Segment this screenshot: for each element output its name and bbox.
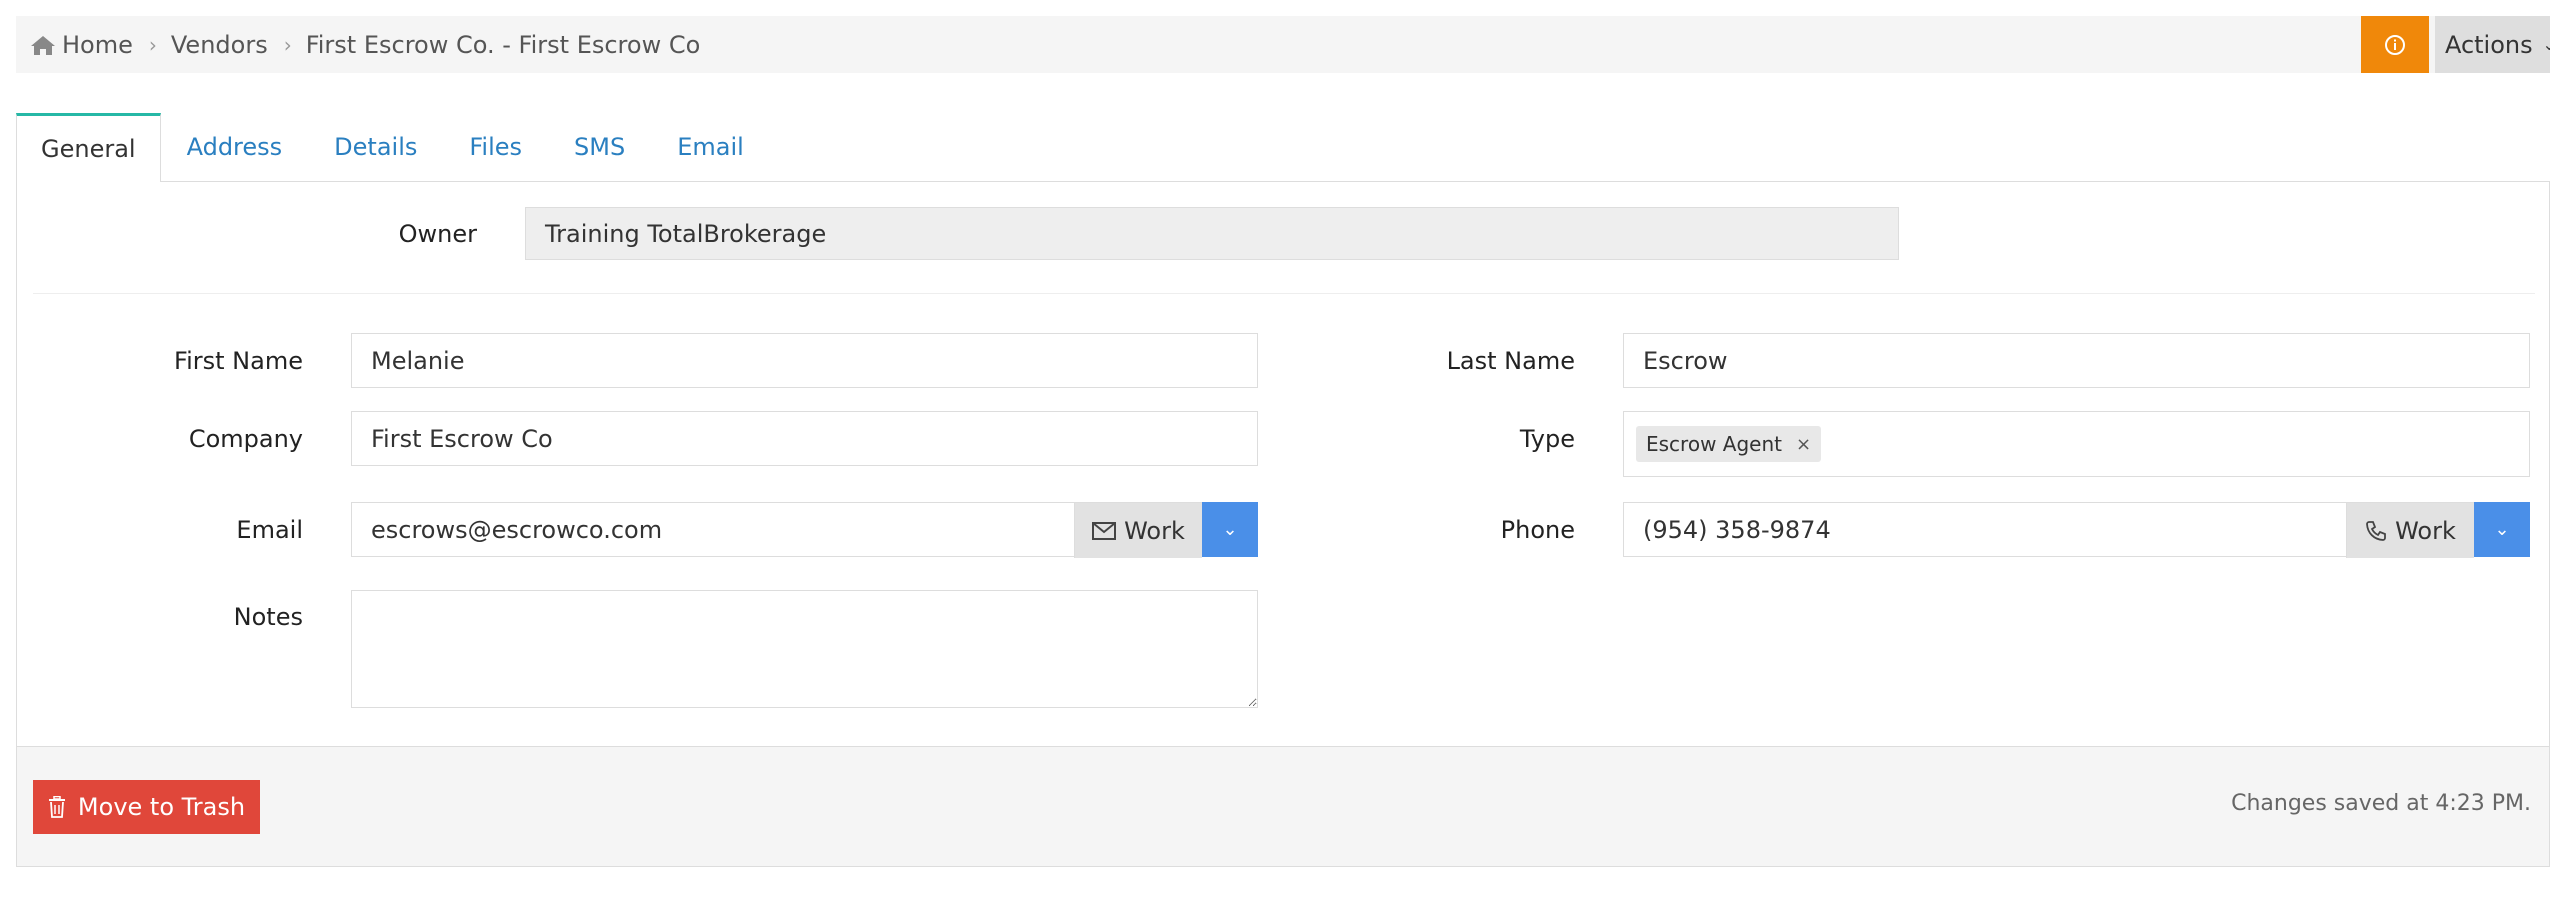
breadcrumb-vendors[interactable]: Vendors bbox=[171, 31, 268, 59]
email-field[interactable]: escrows@escrowco.com bbox=[371, 516, 662, 544]
chevron-down-icon: ⌄ bbox=[1222, 519, 1238, 540]
type-tag: Escrow Agent × bbox=[1636, 426, 1822, 462]
phone-icon bbox=[2366, 520, 2387, 541]
email-label: Email bbox=[236, 516, 303, 544]
trash-icon bbox=[48, 796, 65, 818]
phone-field[interactable]: (954) 358-9874 bbox=[1643, 516, 1831, 544]
tab-address[interactable]: Address bbox=[161, 113, 309, 181]
chevron-right-icon: › bbox=[148, 32, 157, 57]
chevron-down-icon: ⌄ bbox=[2542, 35, 2550, 54]
phone-type-button[interactable]: Work bbox=[2346, 503, 2474, 558]
company-label: Company bbox=[188, 425, 303, 453]
home-icon bbox=[31, 35, 55, 55]
form-footer: Move to Trash Changes saved at 4:23 PM. bbox=[17, 746, 2549, 866]
phone-label: Phone bbox=[1500, 516, 1575, 544]
company-field[interactable]: First Escrow Co bbox=[351, 411, 1258, 466]
chevron-right-icon: › bbox=[283, 32, 292, 57]
close-icon[interactable]: × bbox=[1796, 434, 1811, 455]
owner-field[interactable]: Training TotalBrokerage bbox=[525, 207, 1899, 260]
notes-label: Notes bbox=[233, 603, 303, 631]
save-status: Changes saved at 4:23 PM. bbox=[2231, 791, 2531, 816]
actions-dropdown[interactable]: Actions ⌄ bbox=[2435, 16, 2550, 73]
first-name-field[interactable]: Melanie bbox=[351, 333, 1258, 388]
chevron-down-icon: ⌄ bbox=[2494, 519, 2510, 540]
notes-textarea[interactable] bbox=[351, 590, 1258, 708]
tab-details[interactable]: Details bbox=[308, 113, 443, 181]
move-to-trash-button[interactable]: Move to Trash bbox=[33, 780, 260, 834]
info-button[interactable] bbox=[2361, 16, 2429, 73]
last-name-field[interactable]: Escrow bbox=[1623, 333, 2530, 388]
breadcrumb-home[interactable]: Home bbox=[62, 31, 133, 59]
phone-type-label: Work bbox=[2395, 516, 2456, 545]
phone-input-group: (954) 358-9874 Work ⌄ bbox=[1623, 502, 2530, 558]
breadcrumb-current: First Escrow Co. - First Escrow Co bbox=[305, 30, 701, 59]
tab-email[interactable]: Email bbox=[651, 113, 770, 181]
tab-files[interactable]: Files bbox=[443, 113, 548, 181]
tab-bar: General Address Details Files SMS Email bbox=[16, 113, 770, 182]
last-name-label: Last Name bbox=[1446, 347, 1575, 375]
type-select[interactable]: Escrow Agent × bbox=[1623, 411, 2530, 477]
owner-label: Owner bbox=[398, 220, 477, 248]
tab-general[interactable]: General bbox=[16, 113, 161, 182]
breadcrumb-bar: Home › Vendors › First Escrow Co. - Firs… bbox=[16, 16, 2550, 73]
email-type-label: Work bbox=[1124, 516, 1185, 545]
email-type-button[interactable]: Work bbox=[1074, 503, 1202, 558]
actions-label: Actions bbox=[2444, 30, 2533, 59]
email-type-dropdown[interactable]: ⌄ bbox=[1202, 502, 1258, 557]
general-panel: Owner Training TotalBrokerage First Name… bbox=[16, 181, 2550, 867]
info-circle-icon bbox=[2385, 34, 2405, 55]
type-label: Type bbox=[1519, 425, 1575, 453]
envelope-icon bbox=[1092, 521, 1117, 540]
breadcrumb: Home › Vendors › First Escrow Co. - Firs… bbox=[30, 16, 700, 73]
move-to-trash-label: Move to Trash bbox=[77, 793, 246, 821]
email-input-group: escrows@escrowco.com Work ⌄ bbox=[351, 502, 1258, 558]
divider bbox=[33, 293, 2535, 294]
tab-sms[interactable]: SMS bbox=[548, 113, 651, 181]
first-name-label: First Name bbox=[174, 347, 303, 375]
type-tag-label: Escrow Agent bbox=[1646, 432, 1782, 456]
phone-type-dropdown[interactable]: ⌄ bbox=[2474, 502, 2530, 557]
